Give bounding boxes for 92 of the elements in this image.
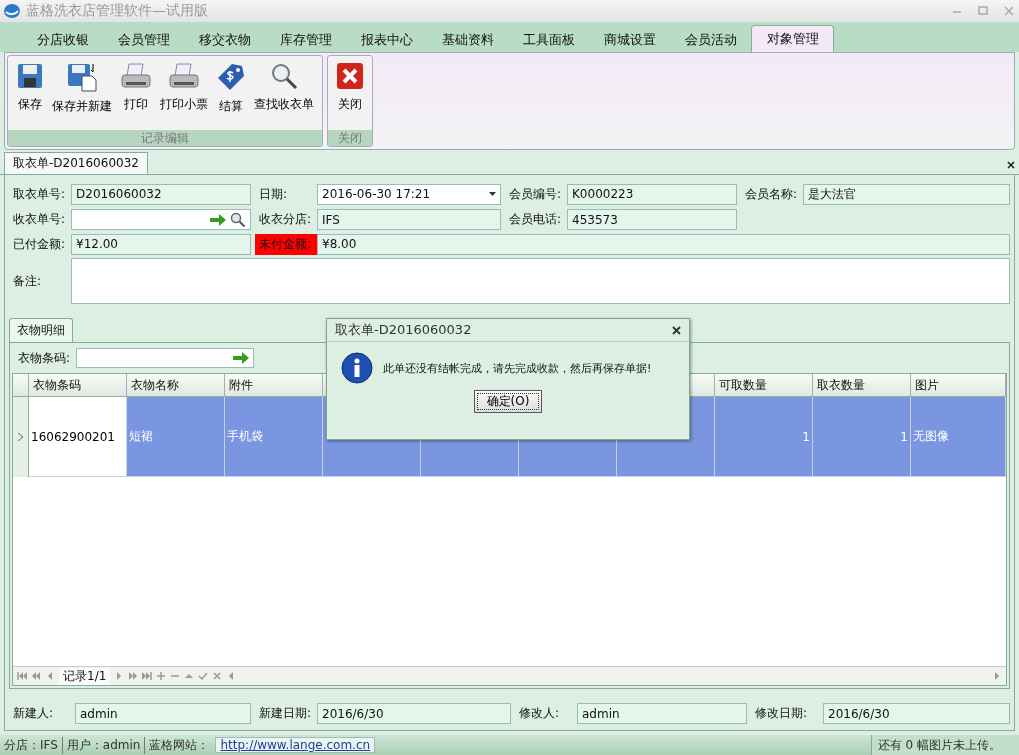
input-field[interactable]: 是大法官 [803, 183, 1010, 205]
table-cell: 1 [813, 397, 911, 477]
field-label: 衣物条码: [18, 349, 71, 367]
arrow-right-icon[interactable] [210, 213, 226, 226]
menu-tab[interactable]: 商城设置 [589, 28, 670, 52]
field-label: 未付金额: [255, 233, 317, 255]
window-title: 蓝格洗衣店管理软件—试用版 [26, 2, 209, 20]
toolbar-button[interactable]: 关闭 [332, 60, 368, 130]
toolbar-button[interactable]: 结算 [212, 60, 250, 130]
dialog-message: 此单还没有结帐完成，请先完成收款，然后再保存单据! [383, 360, 652, 376]
cross-icon[interactable] [212, 671, 223, 681]
menu-tab[interactable]: 库存管理 [265, 28, 346, 52]
barcode-field[interactable] [76, 348, 255, 368]
input-field[interactable]: ¥12.00 [71, 233, 251, 255]
record-counter: 记录1/1 [59, 667, 111, 685]
detail-tab[interactable]: 衣物明细 [9, 318, 73, 342]
close-icon[interactable] [1007, 161, 1015, 169]
upload-status: 还有 0 幅图片未上传。 [870, 735, 1019, 755]
status-text: 蓝格网站： [148, 736, 211, 754]
checkmark-icon[interactable] [198, 671, 209, 681]
input-field[interactable]: IFS [317, 209, 501, 230]
field-label: 新建日期: [258, 705, 313, 722]
menu-tab[interactable]: 会员管理 [103, 28, 184, 52]
info-icon [341, 352, 373, 384]
plus-icon[interactable] [156, 671, 167, 681]
close-icon[interactable] [672, 325, 681, 335]
field-label: 修改人: [518, 705, 561, 722]
field-label: 日期: [258, 185, 289, 203]
app-logo-icon [4, 4, 20, 18]
table-cell: 无图像 [911, 397, 1006, 477]
field-label: 取衣单号: [12, 185, 67, 203]
input-field[interactable]: admin [75, 703, 251, 724]
input-field[interactable]: admin [577, 703, 747, 724]
row-pointer-icon [18, 433, 23, 441]
input-field[interactable]: 453573 [567, 209, 737, 230]
triangle-up-icon[interactable] [184, 671, 195, 681]
nav-previous-page-icon[interactable] [31, 671, 41, 681]
dialog-title: 取衣单-D2016060032 [335, 321, 472, 339]
field-label: 备注: [12, 272, 43, 290]
nav-first-icon[interactable] [17, 671, 27, 681]
printer-icon [168, 62, 200, 90]
table-cell: 16062900201 [29, 397, 127, 477]
toolbar-button[interactable]: 保存并新建 [48, 60, 116, 130]
field-label: 收衣分店: [258, 211, 313, 228]
menu-tab[interactable]: 对象管理 [751, 25, 834, 52]
field-label: 会员电话: [508, 211, 563, 228]
input-field[interactable]: D2016060032 [71, 183, 251, 205]
status-text: 用户：admin [62, 736, 146, 754]
input-field[interactable] [71, 209, 251, 230]
date-field[interactable]: 2016-06-30 17:21 [317, 183, 501, 205]
table-cell: 1 [715, 397, 813, 477]
menu-tab[interactable]: 会员活动 [670, 28, 751, 52]
table-cell: 短裙 [127, 397, 225, 477]
menu-tab[interactable]: 工具面板 [508, 28, 589, 52]
close-icon [336, 62, 364, 90]
field-label: 修改日期: [754, 705, 809, 722]
menu-tab[interactable]: 分店收银 [22, 28, 103, 52]
dropdown-caret-icon[interactable] [489, 192, 496, 196]
input-field[interactable]: K0000223 [567, 183, 737, 205]
group-label: 记录编辑 [8, 130, 322, 146]
nav-next-page-icon[interactable] [128, 671, 139, 681]
input-field[interactable]: 2016/6/30 [823, 703, 1010, 724]
document-tab[interactable]: 取衣单-D2016060032 [4, 152, 148, 174]
nav-next-icon[interactable] [992, 671, 1002, 681]
menu-tab[interactable]: 基础资料 [427, 28, 508, 52]
status-text: 分店：IFS [0, 736, 63, 754]
field-label: 收衣单号: [12, 211, 67, 228]
input-field[interactable]: 2016/6/30 [317, 703, 511, 724]
floppy-new-page-icon [66, 62, 98, 92]
menu-tab[interactable]: 移交衣物 [184, 28, 265, 52]
table-cell: 手机袋 [225, 397, 323, 477]
arrow-right-icon[interactable] [233, 352, 250, 364]
input-field[interactable]: ¥8.00 [317, 233, 1010, 255]
field-label: 会员编号: [508, 185, 563, 203]
field-label: 会员名称: [744, 185, 799, 203]
search-icon[interactable] [230, 211, 246, 228]
printer-icon [120, 62, 152, 90]
toolbar-button[interactable]: 查找收衣单 [250, 60, 318, 130]
field-label: 新建人: [12, 705, 55, 722]
maximize-icon[interactable] [977, 5, 989, 17]
menu-tab[interactable]: 报表中心 [346, 28, 427, 52]
website-link[interactable]: http://www.lange.com.cn [215, 737, 376, 753]
toolbar-button[interactable]: 保存 [12, 60, 48, 130]
ok-button[interactable]: 确定(O) [473, 390, 543, 413]
nav-last-icon[interactable] [142, 671, 153, 681]
field-label: 已付金额: [12, 235, 67, 253]
toolbar-button[interactable]: 打印小票 [156, 60, 212, 130]
price-tag-icon [216, 62, 246, 92]
toolbar-button[interactable]: 打印 [116, 60, 156, 130]
search-icon [270, 62, 298, 90]
remarks-field[interactable] [71, 258, 1010, 304]
group-label: 关闭 [328, 130, 372, 146]
